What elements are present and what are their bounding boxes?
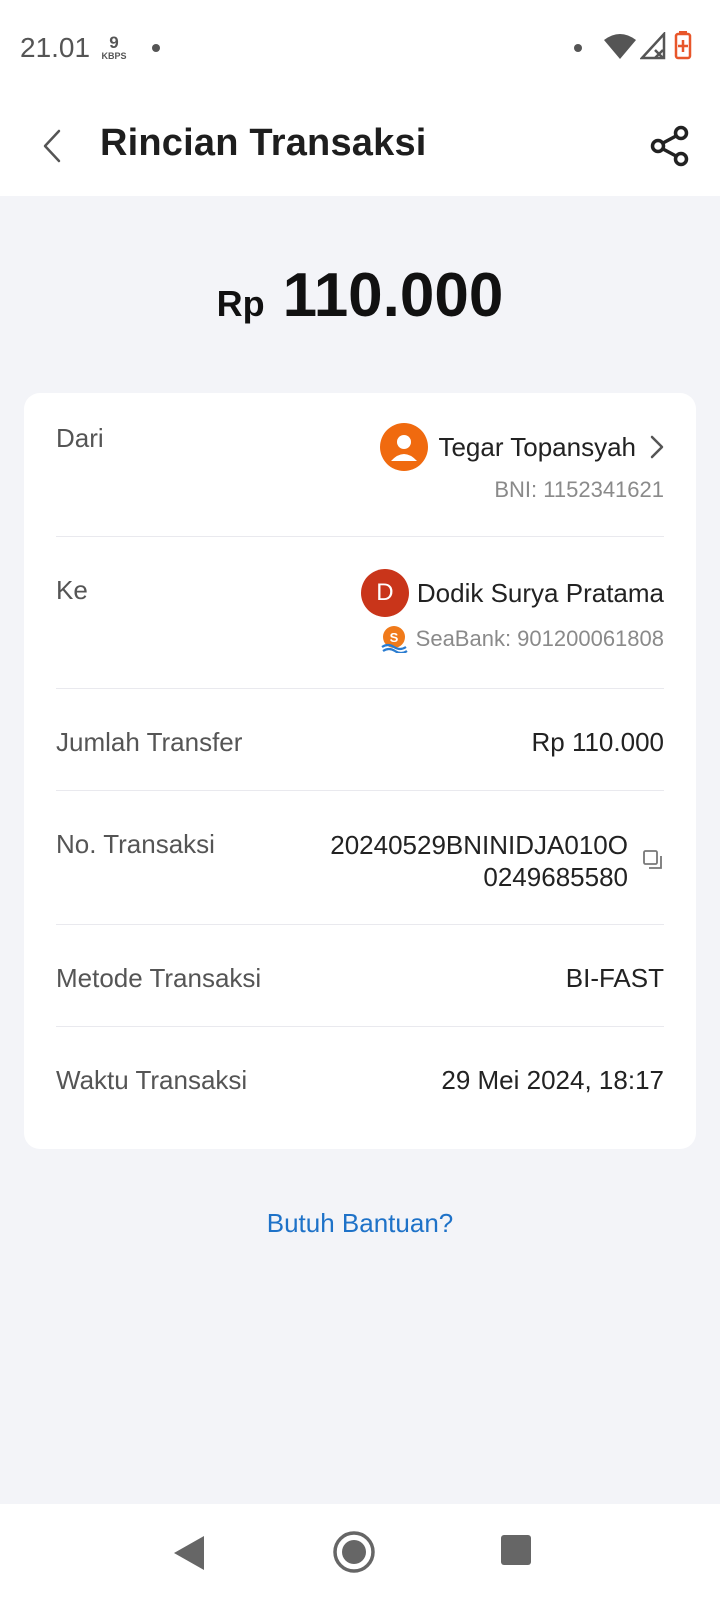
time-value: 29 Mei 2024, 18:17	[441, 1065, 664, 1095]
method-label: Metode Transaksi	[56, 963, 262, 993]
to-row: Ke D Dodik Surya Pratama S SeaBank: 9012…	[56, 569, 664, 665]
method-value: BI-FAST	[565, 963, 664, 993]
method-row: Metode Transaksi BI-FAST	[56, 963, 664, 1003]
app-header: Rincian Transaksi	[0, 96, 720, 196]
chevron-left-icon	[43, 129, 61, 163]
back-button[interactable]	[28, 122, 76, 170]
divider	[56, 924, 664, 925]
divider	[56, 1026, 664, 1027]
status-time: 21.01	[20, 32, 91, 63]
sender-avatar	[380, 423, 429, 471]
divider	[56, 536, 664, 537]
notification-dot-icon	[574, 44, 582, 52]
transfer-amount-row: Jumlah Transfer Rp 110.000	[56, 727, 664, 767]
screen: 21.01 9 KBPS Rincian Transaksi Rp 110.00…	[0, 0, 720, 1600]
sender-name: Tegar Topansyah	[438, 431, 636, 462]
from-row: Dari Tegar Topansyah BNI: 1152341621	[56, 423, 664, 513]
network-speed-value: 9	[109, 33, 119, 52]
share-button[interactable]	[646, 122, 694, 170]
battery-charging-icon	[674, 31, 692, 60]
transaction-number-value: 20240529BNINIDJA010O 0249685580	[330, 829, 628, 893]
chevron-right-icon	[650, 435, 664, 459]
transaction-amount: Rp 110.000	[0, 260, 720, 331]
wifi-icon	[604, 34, 636, 59]
transaction-number-label: No. Transaksi	[56, 829, 215, 859]
recipient-name: Dodik Surya Pratama	[416, 577, 664, 608]
transaction-number-line2: 0249685580	[483, 862, 628, 892]
network-speed: 9 KBPS	[101, 34, 127, 61]
transfer-amount-value: Rp 110.000	[531, 727, 664, 757]
amount-currency: Rp	[216, 283, 265, 324]
notification-dot-icon	[152, 44, 160, 52]
status-bar: 21.01 9 KBPS	[0, 0, 720, 96]
seabank-logo-icon: S	[381, 626, 408, 653]
copy-icon[interactable]	[642, 849, 664, 871]
nav-recents-icon[interactable]	[500, 1534, 532, 1566]
help-link[interactable]: Butuh Bantuan?	[0, 1208, 720, 1239]
sender-account: BNI: 1152341621	[494, 477, 664, 502]
system-navigation-bar	[0, 1504, 720, 1600]
to-label: Ke	[56, 575, 88, 605]
svg-text:S: S	[389, 630, 398, 645]
page-title: Rincian Transaksi	[100, 122, 427, 164]
recipient-avatar: D	[360, 569, 409, 617]
nav-home-icon[interactable]	[332, 1530, 376, 1574]
divider	[56, 688, 664, 689]
recipient-info: D Dodik Surya Pratama	[360, 569, 664, 617]
network-speed-unit: KBPS	[101, 51, 127, 61]
cellular-signal-icon	[640, 32, 666, 60]
sender-profile-link[interactable]: Tegar Topansyah	[380, 423, 664, 471]
transfer-amount-label: Jumlah Transfer	[56, 727, 243, 757]
transaction-number-row: No. Transaksi 20240529BNINIDJA010O 02496…	[56, 829, 664, 899]
time-row: Waktu Transaksi 29 Mei 2024, 18:17	[56, 1065, 664, 1105]
from-label: Dari	[56, 423, 104, 453]
amount-value: 110.000	[282, 261, 504, 330]
transaction-number-line1: 20240529BNINIDJA010O	[330, 830, 628, 860]
divider	[56, 790, 664, 791]
recipient-account: SeaBank: 901200061808	[415, 626, 664, 651]
recipient-bank: S SeaBank: 901200061808	[380, 625, 664, 653]
share-icon	[650, 125, 689, 167]
user-icon	[391, 435, 418, 461]
nav-back-icon[interactable]	[172, 1534, 206, 1572]
transaction-detail-card: Dari Tegar Topansyah BNI: 1152341621 Ke	[24, 393, 696, 1149]
time-label: Waktu Transaksi	[56, 1065, 248, 1095]
